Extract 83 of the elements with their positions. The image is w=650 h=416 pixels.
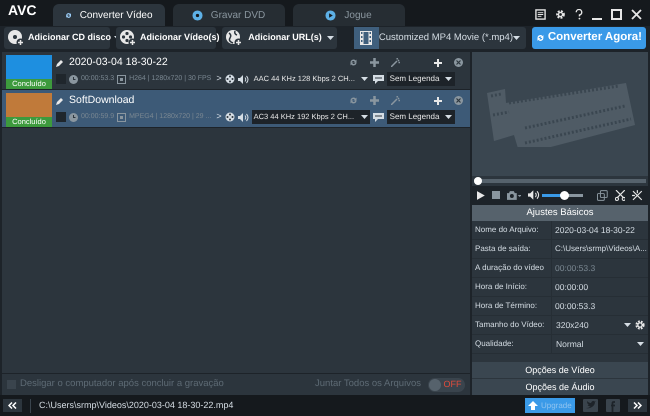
setting-label: Hora de Início:	[472, 278, 552, 296]
subtitle-dropdown[interactable]: Sem Legenda	[386, 72, 455, 86]
plus-icon[interactable]	[434, 96, 442, 104]
tab[interactable]: Jogue	[292, 4, 405, 26]
clock-icon	[69, 74, 78, 84]
tab[interactable]: Gravar DVD	[172, 4, 285, 26]
help-icon[interactable]	[575, 9, 583, 20]
toolbar-button[interactable]: Adicionar URL(s)	[222, 27, 337, 49]
setting-value: 00:00:53.3	[554, 300, 596, 312]
copy-icon[interactable]	[596, 190, 608, 200]
speaker-icon	[238, 112, 249, 122]
setting-label: Tamanho do Vídeo:	[472, 316, 552, 334]
file-name: 2020-03-04 18-30-22	[69, 54, 168, 70]
double-chevron-right-icon	[633, 402, 642, 409]
color-swatch	[56, 112, 66, 122]
seek-thumb[interactable]	[474, 177, 482, 185]
setting-value: 00:00:00	[554, 280, 588, 294]
scissors-icon[interactable]	[614, 190, 626, 200]
setting-dropdown[interactable]: 320x240	[555, 318, 631, 332]
globe-add-icon	[225, 29, 243, 47]
subtitle-icon	[372, 112, 384, 122]
report-icon[interactable]	[535, 9, 546, 20]
caret-icon	[360, 77, 368, 81]
maximize-icon[interactable]	[611, 9, 622, 20]
close-icon[interactable]	[631, 9, 642, 20]
separator-arrow: >	[216, 110, 222, 124]
video-icon	[117, 112, 126, 122]
film-reel-add-icon	[119, 29, 137, 47]
settings-icon[interactable]	[635, 320, 645, 330]
speaker-icon	[238, 74, 249, 84]
settings-header: Ajustes Básicos	[472, 205, 648, 221]
upload-arrow-icon	[528, 401, 538, 410]
remove-icon[interactable]	[454, 58, 463, 67]
setting-value: C:\Users\srmp\Videos\A...	[554, 243, 647, 255]
caret-icon	[624, 323, 631, 327]
caret-icon	[360, 115, 368, 119]
output-path: C:\Users\srmp\Videos\2020-03-04 18-30-22.mp4	[39, 398, 234, 412]
expand-button[interactable]	[628, 399, 647, 412]
caret-icon	[637, 342, 644, 346]
setting-value: 00:00:53.3	[554, 262, 596, 274]
crosshair-icon[interactable]	[370, 58, 379, 67]
pencil-icon[interactable]	[56, 58, 64, 66]
volume-icon[interactable]	[528, 190, 540, 200]
clock-icon	[69, 112, 78, 122]
app-title: AVC	[8, 1, 37, 20]
camera-icon[interactable]	[506, 190, 522, 200]
film-strip-icon	[360, 31, 372, 45]
options-button[interactable]: Opções de Vídeo	[472, 361, 648, 378]
plus-icon[interactable]	[434, 58, 442, 66]
setting-label: Hora de Término:	[472, 297, 552, 315]
caret-icon	[444, 77, 452, 81]
separator-arrow: >	[216, 72, 222, 86]
options-button[interactable]: Opções de Áudio	[472, 378, 648, 395]
setting-label: A duração do vídeo	[472, 259, 552, 277]
setting-label: Nome do Arquivo:	[472, 221, 552, 239]
setting-label: Pasta de saída:	[472, 240, 552, 258]
subtitle-dropdown[interactable]: Sem Legenda	[386, 110, 455, 124]
disc-icon	[192, 10, 203, 20]
film-reel-icon	[224, 112, 235, 122]
volume-thumb[interactable]	[560, 190, 570, 200]
convert-icon[interactable]	[349, 58, 358, 67]
stop-icon[interactable]	[492, 191, 500, 199]
collapse-button[interactable]	[3, 399, 22, 412]
pencil-icon[interactable]	[56, 96, 64, 104]
double-chevron-left-icon	[8, 402, 17, 409]
settings-icon[interactable]	[555, 9, 566, 20]
setting-dropdown[interactable]: Normal	[555, 336, 644, 352]
caret-icon	[513, 36, 520, 40]
play-icon[interactable]	[477, 190, 485, 200]
film-reel-icon	[224, 74, 235, 84]
disc-add-icon	[7, 29, 25, 47]
magic-wand-icon[interactable]	[391, 58, 400, 67]
setting-label: Qualidade:	[472, 335, 552, 353]
caret-icon	[444, 115, 452, 119]
file-name: SoftDownload	[69, 92, 134, 108]
format-dropdown[interactable]: Customized MP4 Movie (*.mp4)	[354, 27, 526, 49]
subtitle-icon	[372, 74, 384, 84]
video-icon	[117, 74, 126, 84]
remove-icon[interactable]	[454, 96, 463, 105]
tab[interactable]: Converter Vídeo	[52, 4, 165, 26]
crop-tool-icon[interactable]	[632, 190, 643, 200]
play-icon	[325, 10, 336, 20]
setting-value: 2020-03-04 18-30-22	[554, 224, 635, 236]
